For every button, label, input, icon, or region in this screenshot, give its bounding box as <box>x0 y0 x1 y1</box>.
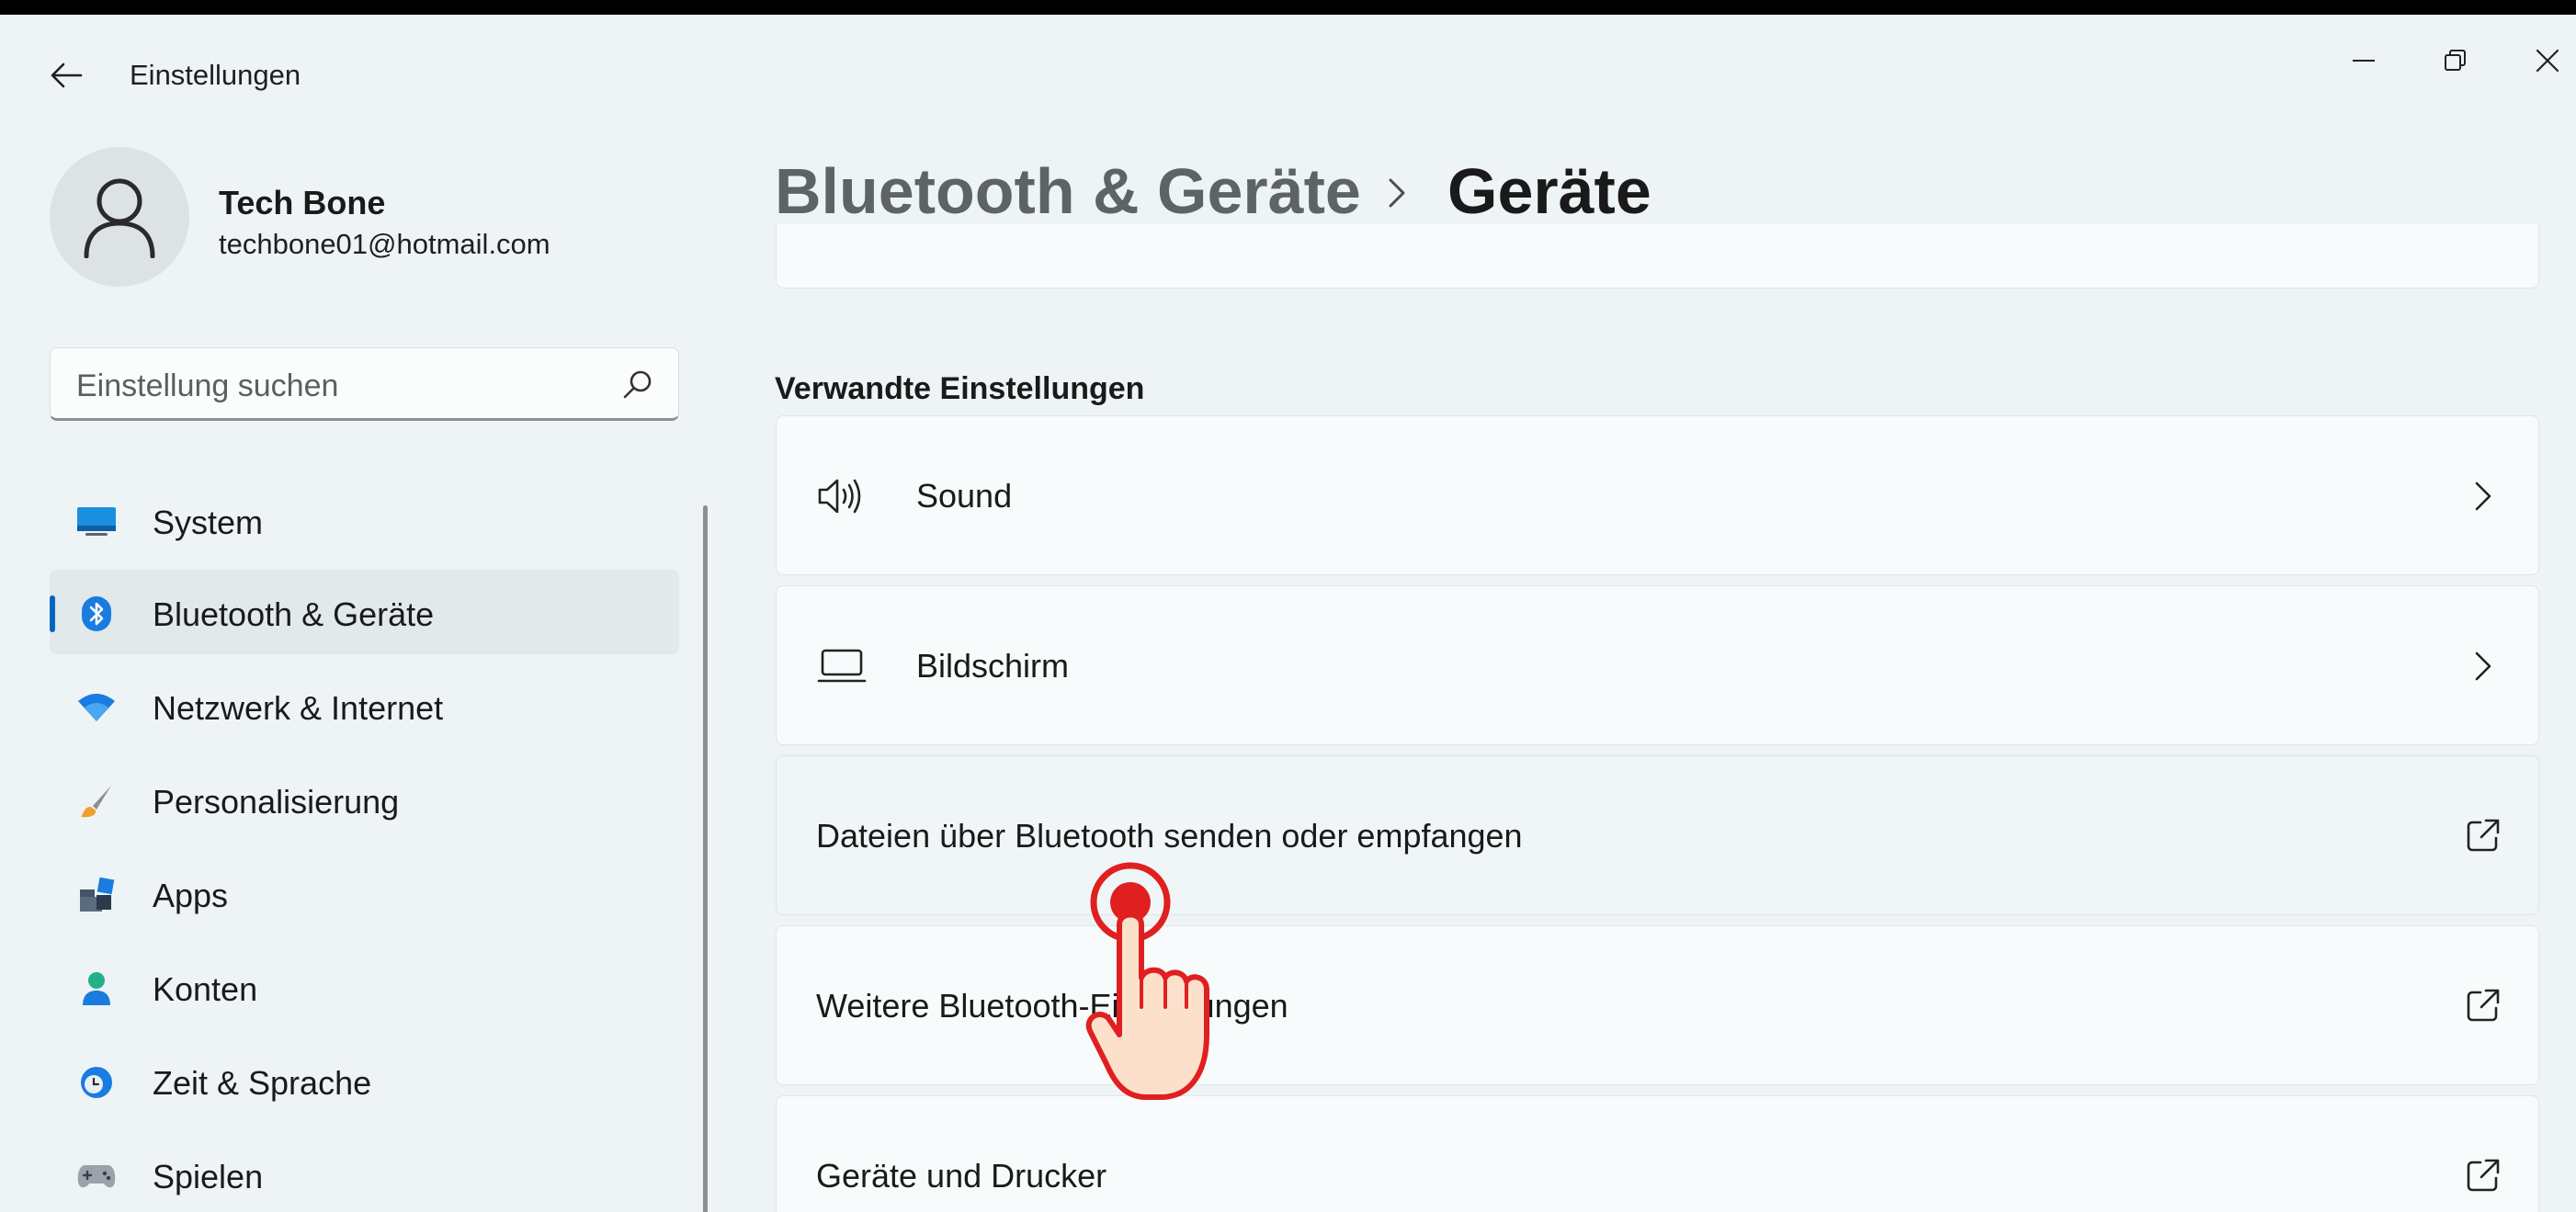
search-input[interactable]: Einstellung suchen <box>50 347 679 421</box>
related-card-sound[interactable]: Sound <box>776 415 2539 575</box>
back-button[interactable] <box>46 55 86 96</box>
title-bar: Einstellungen <box>0 15 2576 116</box>
tap-hand-pointer-icon <box>1085 862 1209 1100</box>
card-label: Sound <box>916 477 1013 515</box>
sidebar-item-bluetooth[interactable]: Bluetooth & Geräte <box>50 570 679 654</box>
sidebar-item-label: Personalisierung <box>153 783 400 821</box>
sidebar-item-label: Bluetooth & Geräte <box>153 595 435 633</box>
wifi-icon <box>75 689 118 726</box>
sidebar-item-label: Konten <box>153 970 258 1008</box>
globe-clock-icon <box>75 1064 118 1101</box>
sidebar-item-label: Apps <box>153 877 229 914</box>
close-icon <box>2536 49 2559 73</box>
bluetooth-icon <box>75 595 118 632</box>
speaker-icon <box>817 473 867 519</box>
search-placeholder: Einstellung suchen <box>76 368 339 403</box>
page-title: Geräte <box>1447 155 1651 227</box>
sidebar-item-time-language[interactable]: Zeit & Sprache <box>50 1038 679 1123</box>
profile-email: techbone01@hotmail.com <box>219 228 550 260</box>
paintbrush-icon <box>75 783 118 820</box>
external-link-icon <box>2467 989 2500 1022</box>
external-link-icon <box>2467 819 2500 852</box>
related-card-more-bluetooth-settings[interactable]: Weitere Bluetooth-Einstellungen <box>776 925 2539 1085</box>
profile-name: Tech Bone <box>219 184 386 221</box>
restore-icon <box>2445 50 2466 71</box>
previous-card-edge <box>776 224 2539 289</box>
chevron-right-icon <box>2475 481 2491 511</box>
sidebar-item-label: Netzwerk & Internet <box>153 689 444 727</box>
app-title: Einstellungen <box>130 59 301 91</box>
avatar[interactable] <box>50 147 189 287</box>
card-label: Dateien über Bluetooth senden oder empfa… <box>816 817 1523 855</box>
sidebar-item-gaming[interactable]: Spielen <box>50 1132 679 1212</box>
gamepad-icon <box>75 1158 118 1195</box>
related-card-display[interactable]: Bildschirm <box>776 585 2539 745</box>
card-label: Geräte und Drucker <box>816 1157 1107 1195</box>
breadcrumb-parent[interactable]: Bluetooth & Geräte <box>775 154 1361 228</box>
sidebar-scrollbar[interactable] <box>703 505 708 1212</box>
active-indicator <box>50 595 55 632</box>
close-button[interactable] <box>2515 33 2576 88</box>
card-label: Bildschirm <box>916 647 1070 685</box>
minimize-icon <box>2353 60 2375 62</box>
arrow-left-icon <box>51 62 83 88</box>
sidebar-item-apps[interactable]: Apps <box>50 851 679 935</box>
restore-button[interactable] <box>2423 33 2488 88</box>
sidebar-item-network[interactable]: Netzwerk & Internet <box>50 663 679 748</box>
system-monitor-icon <box>75 504 118 540</box>
sidebar-item-label: System <box>153 504 264 541</box>
section-title: Verwandte Einstellungen <box>775 371 1145 406</box>
sidebar-item-personalization[interactable]: Personalisierung <box>50 757 679 842</box>
apps-icon <box>75 877 118 913</box>
search-icon[interactable] <box>621 368 654 402</box>
sidebar-item-system[interactable]: System <box>50 478 679 562</box>
chevron-right-icon <box>1389 178 1405 208</box>
minimize-button[interactable] <box>2332 33 2396 88</box>
chevron-right-icon <box>2475 651 2491 681</box>
user-avatar-icon <box>84 178 155 258</box>
sidebar-item-label: Zeit & Sprache <box>153 1064 372 1102</box>
settings-window: Einstellungen Tech Bone techbone01@hotma… <box>0 15 2576 1212</box>
laptop-icon <box>817 643 867 689</box>
sidebar-item-accounts[interactable]: Konten <box>50 945 679 1029</box>
sidebar-item-label: Spielen <box>153 1158 264 1195</box>
related-card-bluetooth-file-transfer[interactable]: Dateien über Bluetooth senden oder empfa… <box>776 755 2539 915</box>
related-card-devices-printers[interactable]: Geräte und Drucker <box>776 1095 2539 1212</box>
external-link-icon <box>2467 1159 2500 1192</box>
user-icon <box>75 970 118 1007</box>
